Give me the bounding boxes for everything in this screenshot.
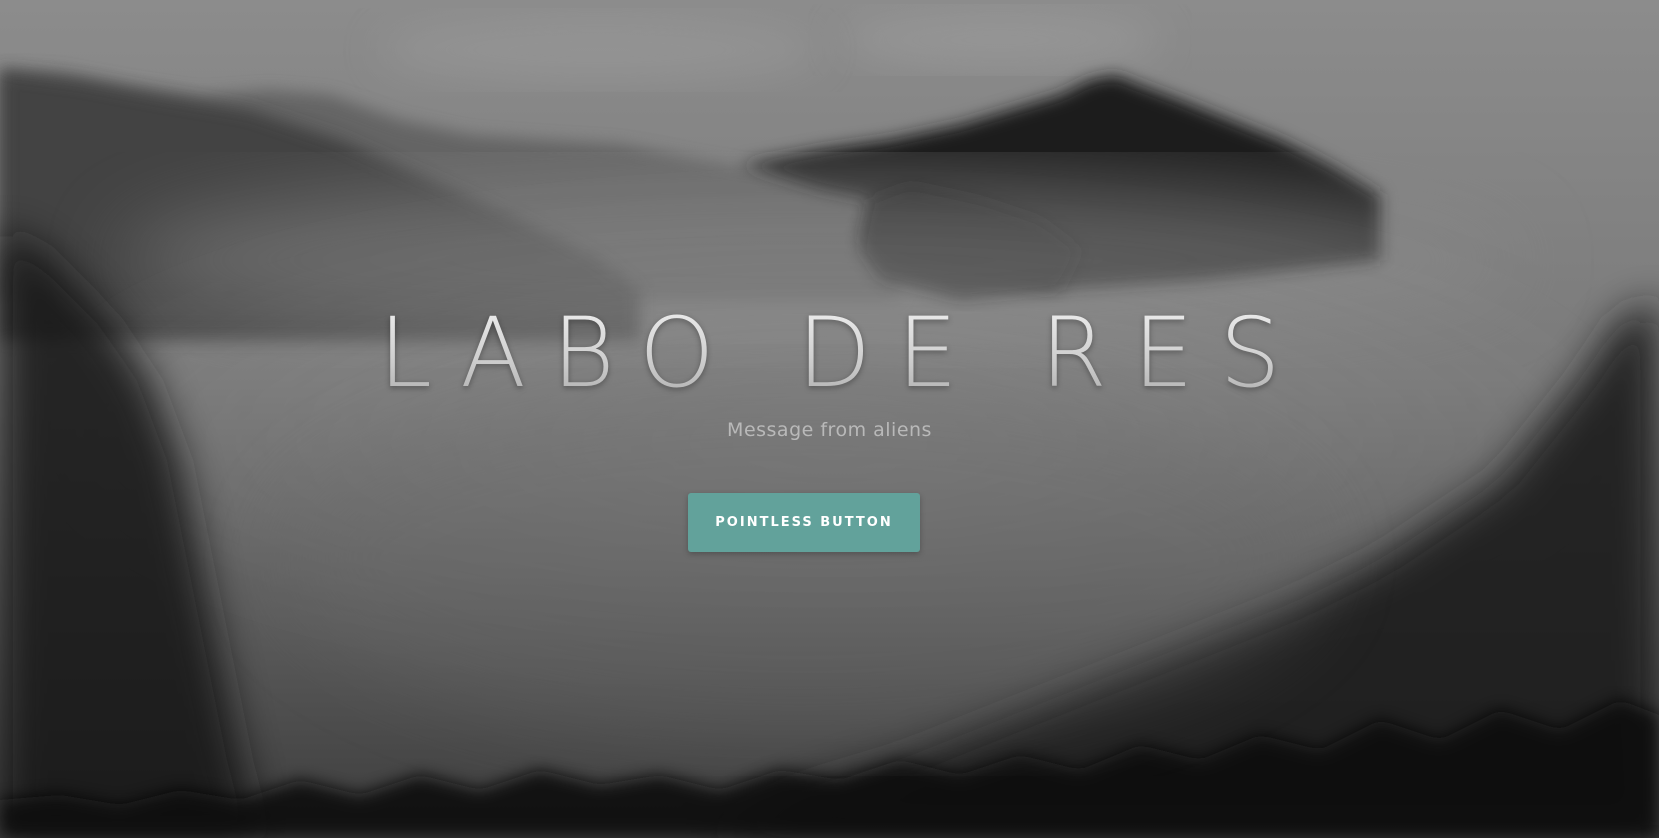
hero-title: LABO DE RES: [0, 298, 1659, 408]
hero-section: LABO DE RES Message from aliens POINTLES…: [0, 0, 1659, 838]
pointless-button[interactable]: POINTLESS BUTTON: [688, 493, 920, 552]
hero-subtitle: Message from aliens: [727, 419, 932, 441]
hero-content: LABO DE RES Message from aliens POINTLES…: [0, 0, 1659, 838]
